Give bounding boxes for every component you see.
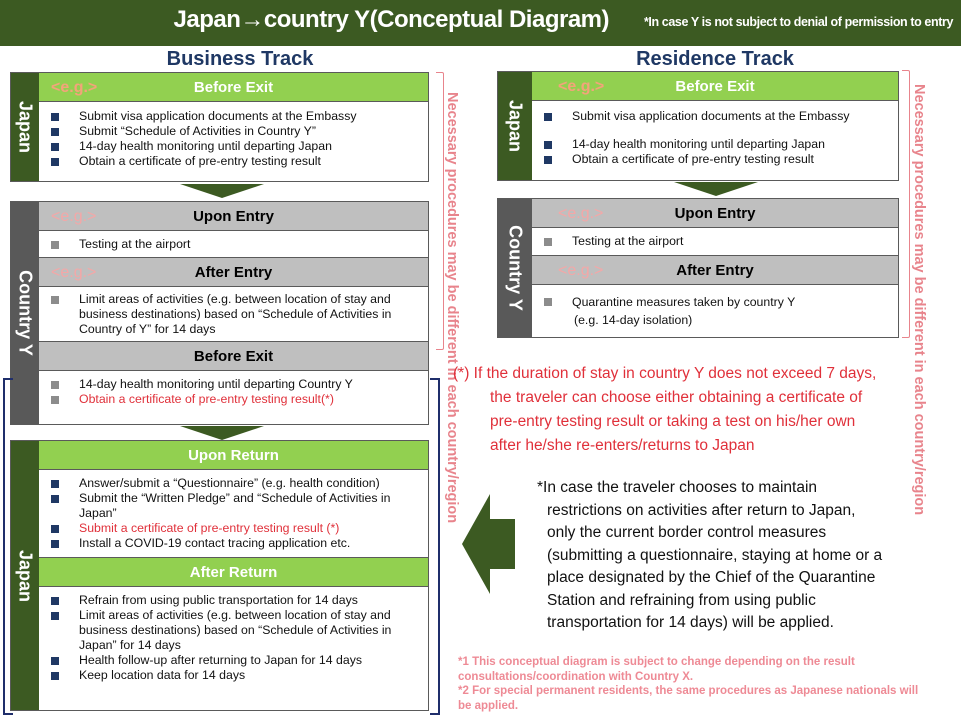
footnote-2: *2 For special permanent residents, the … [458, 685, 919, 712]
square-bullet-icon [51, 480, 59, 488]
residence-track-title: Residence Track [636, 48, 794, 70]
business-japan-return-block: Japan Upon Return Answer/submit a “Quest… [10, 440, 429, 711]
upon-return-header: Upon Return [39, 441, 428, 470]
title-bar: Japan→country Y(Conceptual Diagram) *In … [0, 0, 961, 46]
square-bullet-icon [51, 241, 59, 249]
eg-label: <e.g.> [558, 205, 604, 222]
list-item: Submit the “Written Pledge” and “Schedul… [39, 491, 428, 521]
diagram-title: Japan→country Y(Conceptual Diagram) [173, 6, 610, 33]
square-bullet-icon [51, 672, 59, 680]
square-bullet-icon [51, 657, 59, 665]
business-country-y-label: Country Y [11, 202, 39, 424]
after-entry-header: <e.g.> After Entry [532, 256, 898, 285]
upon-entry-header: <e.g.> Upon Entry [39, 202, 428, 231]
after-entry-header: <e.g.> After Entry [39, 258, 428, 287]
before-exit-y-header: Before Exit [39, 342, 428, 371]
list-item: Obtain a certificate of pre-entry testin… [532, 152, 898, 167]
list-item: Limit areas of activities (e.g. between … [39, 292, 428, 337]
list-item: Testing at the airport [39, 237, 428, 252]
square-bullet-icon [544, 298, 552, 306]
list-item: Limit areas of activities (e.g. between … [39, 608, 428, 653]
square-bullet-icon [51, 495, 59, 503]
side-note-business: Necessary procedures may be different in… [444, 92, 460, 524]
down-arrow-icon [180, 184, 264, 198]
square-bullet-icon [51, 597, 59, 605]
list-item: Submit visa application documents at the… [532, 109, 898, 124]
square-bullet-icon [51, 143, 59, 151]
before-exit-header: <e.g.> Before Exit [39, 73, 428, 102]
square-bullet-icon [51, 612, 59, 620]
before-exit-header: <e.g.> Before Exit [532, 72, 898, 101]
square-bullet-icon [51, 525, 59, 533]
down-arrow-icon [674, 182, 758, 196]
square-bullet-icon [51, 381, 59, 389]
business-track-title: Business Track [166, 48, 314, 70]
business-japan-before-exit: Japan <e.g.> Before Exit Submit visa app… [10, 72, 429, 182]
square-bullet-icon [544, 141, 552, 149]
square-bullet-icon [51, 540, 59, 548]
eg-label: <e.g.> [558, 78, 605, 95]
list-item: Keep location data for 14 days [39, 668, 428, 683]
square-bullet-icon [51, 128, 59, 136]
list-item: Submit a certificate of pre-entry testin… [39, 521, 428, 536]
business-japan-label: Japan [11, 73, 39, 181]
list-item: Install a COVID-19 contact tracing appli… [39, 536, 428, 551]
list-item: Refrain from using public transportation… [39, 593, 428, 608]
after-return-header: After Return [39, 558, 428, 587]
eg-label: <e.g.> [51, 208, 97, 225]
list-item: Testing at the airport [532, 234, 898, 249]
residence-japan-label: Japan [498, 72, 532, 180]
eg-label: <e.g.> [51, 264, 97, 281]
list-item: Obtain a certificate of pre-entry testin… [39, 392, 428, 407]
restriction-note: *In case the traveler chooses to maintai… [537, 479, 883, 631]
diagram-subtitle: *In case Y is not subject to denial of p… [643, 15, 953, 29]
list-item: Obtain a certificate of pre-entry testin… [39, 154, 428, 169]
square-bullet-icon [51, 396, 59, 404]
list-item: 14-day health monitoring until departing… [39, 139, 428, 154]
business-country-y-block: Country Y <e.g.> Upon Entry Testing at t… [10, 201, 429, 425]
red-brace [902, 70, 910, 338]
asterisk-note: (*) If the duration of stay in country Y… [453, 365, 877, 454]
square-bullet-icon [544, 238, 552, 246]
square-bullet-icon [51, 113, 59, 121]
list-item: Submit “Schedule of Activities in Countr… [39, 124, 428, 139]
upon-entry-header: <e.g.> Upon Entry [532, 199, 898, 228]
residence-country-y-label: Country Y [498, 199, 532, 337]
eg-label: <e.g.> [558, 262, 604, 279]
list-item: 14-day health monitoring until departing… [39, 377, 428, 392]
square-bullet-icon [544, 113, 552, 121]
eg-label: <e.g.> [51, 79, 98, 96]
list-item: Quarantine measures taken by country Y [532, 293, 898, 311]
left-bracket [3, 378, 13, 715]
footnotes: *1 This conceptual diagram is subject to… [458, 655, 928, 713]
footnote-1: *1 This conceptual diagram is subject to… [458, 656, 855, 683]
residence-japan-before-exit: Japan <e.g.> Before Exit Submit visa app… [497, 71, 899, 181]
square-bullet-icon [51, 296, 59, 304]
list-item-continuation: (e.g. 14-day isolation) [574, 313, 693, 327]
list-item: Answer/submit a “Questionnaire” (e.g. he… [39, 476, 428, 491]
business-japan-return-label: Japan [11, 441, 39, 710]
residence-country-y-block: Country Y <e.g.> Upon Entry Testing at t… [497, 198, 899, 338]
list-item: Submit visa application documents at the… [39, 109, 428, 124]
down-arrow-icon [180, 426, 264, 440]
left-arrow-icon [462, 494, 515, 594]
square-bullet-icon [51, 158, 59, 166]
square-bullet-icon [544, 156, 552, 164]
list-item: 14-day health monitoring until departing… [532, 137, 898, 152]
list-item: Health follow-up after returning to Japa… [39, 653, 428, 668]
right-bracket [430, 378, 440, 715]
